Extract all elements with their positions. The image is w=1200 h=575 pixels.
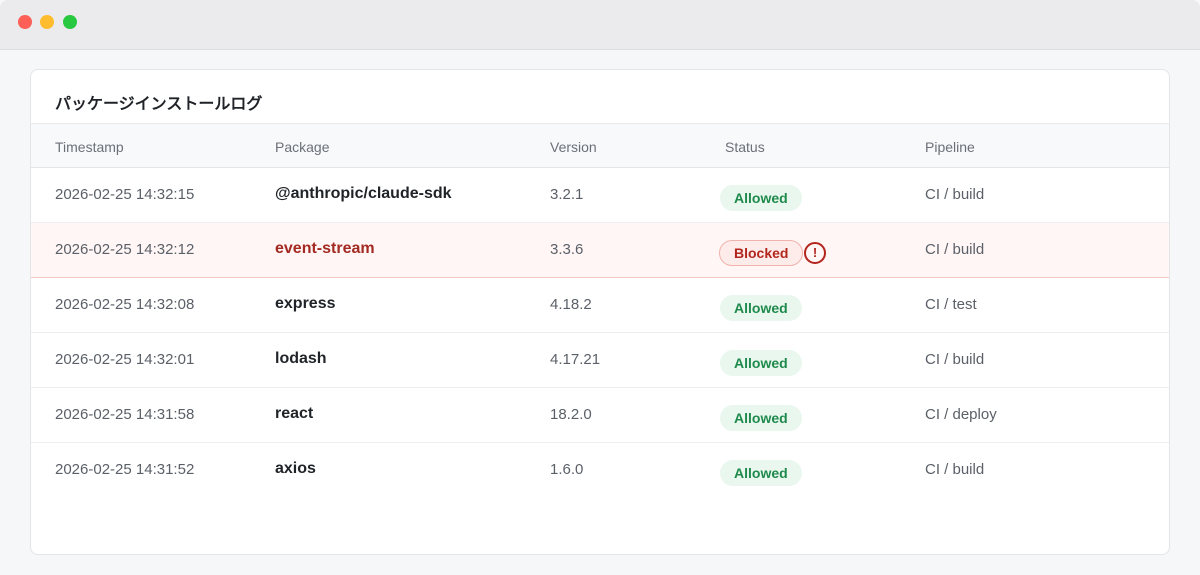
row-version: 3.2.1 bbox=[550, 186, 584, 203]
row-pipeline: CI / build bbox=[925, 186, 985, 203]
header-status: Status bbox=[725, 139, 765, 155]
row-package: react bbox=[275, 405, 314, 422]
row-version: 18.2.0 bbox=[550, 406, 592, 423]
header-pipeline: Pipeline bbox=[925, 139, 975, 155]
row-package: @anthropic/claude-sdk bbox=[275, 185, 452, 202]
row-pipeline: CI / test bbox=[925, 296, 977, 313]
row-version: 1.6.0 bbox=[550, 461, 584, 478]
table-row-blocked[interactable]: 2026-02-25 14:32:12 event-stream 3.3.6 B… bbox=[31, 223, 1169, 278]
row-version: 4.18.2 bbox=[550, 296, 592, 313]
row-pipeline: CI / build bbox=[925, 351, 985, 368]
row-package: axios bbox=[275, 460, 316, 477]
status-badge: Allowed bbox=[720, 185, 802, 211]
row-package: event-stream bbox=[275, 240, 375, 257]
status-badge: Blocked bbox=[719, 240, 804, 266]
row-timestamp: 2026-02-25 14:32:12 bbox=[55, 241, 195, 258]
table-row[interactable]: 2026-02-25 14:32:15 @anthropic/claude-sd… bbox=[31, 168, 1169, 223]
alert-icon[interactable]: ! bbox=[804, 242, 826, 264]
window-titlebar bbox=[0, 0, 1200, 50]
header-version: Version bbox=[550, 139, 597, 155]
row-timestamp: 2026-02-25 14:32:15 bbox=[55, 186, 195, 203]
table-row[interactable]: 2026-02-25 14:31:52 axios 1.6.0 Allowed … bbox=[31, 443, 1169, 498]
row-version: 3.3.6 bbox=[550, 241, 584, 258]
row-version: 4.17.21 bbox=[550, 351, 601, 368]
row-timestamp: 2026-02-25 14:32:08 bbox=[55, 296, 195, 313]
app-window: パッケージインストールログ Timestamp Package Version … bbox=[0, 0, 1200, 575]
header-package: Package bbox=[275, 139, 330, 155]
install-log-card: パッケージインストールログ Timestamp Package Version … bbox=[30, 69, 1170, 555]
row-pipeline: CI / build bbox=[925, 461, 985, 478]
card-title: パッケージインストールログ bbox=[55, 94, 263, 113]
status-badge: Allowed bbox=[720, 350, 802, 376]
status-badge: Allowed bbox=[720, 405, 802, 431]
table-row[interactable]: 2026-02-25 14:31:58 react 18.2.0 Allowed… bbox=[31, 388, 1169, 443]
close-window-button[interactable] bbox=[18, 15, 32, 29]
status-badge: Allowed bbox=[720, 460, 802, 486]
minimize-window-button[interactable] bbox=[40, 15, 54, 29]
row-package: express bbox=[275, 295, 336, 312]
status-badge: Allowed bbox=[720, 295, 802, 321]
row-pipeline: CI / build bbox=[925, 241, 985, 258]
row-timestamp: 2026-02-25 14:31:52 bbox=[55, 461, 195, 478]
header-timestamp: Timestamp bbox=[55, 139, 124, 155]
row-pipeline: CI / deploy bbox=[925, 406, 997, 423]
row-timestamp: 2026-02-25 14:32:01 bbox=[55, 351, 195, 368]
table-row[interactable]: 2026-02-25 14:32:01 lodash 4.17.21 Allow… bbox=[31, 333, 1169, 388]
table-header: Timestamp Package Version Status Pipelin… bbox=[31, 123, 1169, 168]
row-timestamp: 2026-02-25 14:31:58 bbox=[55, 406, 195, 423]
table-row[interactable]: 2026-02-25 14:32:08 express 4.18.2 Allow… bbox=[31, 278, 1169, 333]
maximize-window-button[interactable] bbox=[63, 15, 77, 29]
row-package: lodash bbox=[275, 350, 327, 367]
